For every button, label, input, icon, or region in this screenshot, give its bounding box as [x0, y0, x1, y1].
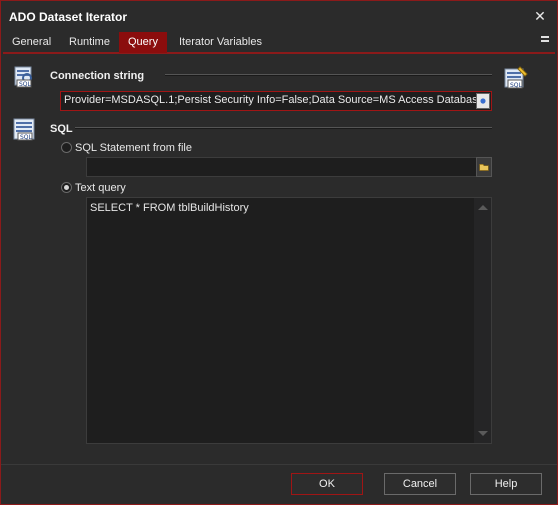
tab-menu-icon[interactable]	[541, 36, 551, 48]
svg-text:SQL: SQL	[20, 134, 33, 141]
sql-file-path-field[interactable]	[86, 157, 477, 177]
text-query-editor[interactable]: SELECT * FROM tblBuildHistory	[86, 197, 492, 444]
help-button[interactable]: Help	[470, 473, 542, 495]
tab-runtime[interactable]: Runtime	[60, 32, 119, 53]
scroll-down-icon[interactable]	[478, 431, 488, 436]
tab-iterator-variables[interactable]: Iterator Variables	[170, 32, 271, 53]
separator	[165, 74, 492, 76]
separator	[75, 127, 492, 129]
connection-string-label: Connection string	[50, 70, 145, 82]
vertical-scrollbar[interactable]	[474, 198, 491, 443]
svg-text:SQL: SQL	[510, 82, 523, 89]
text-query-label: Text query	[75, 182, 126, 194]
cancel-button[interactable]: Cancel	[384, 473, 456, 495]
sql-label: SQL	[50, 123, 73, 135]
close-icon[interactable]: ✕	[531, 7, 549, 25]
tab-general[interactable]: General	[3, 32, 60, 53]
svg-text:SQL: SQL	[19, 81, 32, 88]
tab-query[interactable]: Query	[119, 32, 167, 53]
sql-table-icon: SQL	[13, 118, 35, 141]
text-query-radio[interactable]	[61, 182, 72, 193]
query-text: SELECT * FROM tblBuildHistory	[90, 202, 249, 214]
connection-string-field[interactable]: Provider=MSDASQL.1;Persist Security Info…	[60, 91, 492, 111]
sql-connection-icon: SQL	[14, 66, 32, 88]
browse-icon[interactable]	[476, 93, 490, 109]
dialog-window: ADO Dataset Iterator ✕ General Runtime Q…	[0, 0, 558, 505]
tab-bar: General Runtime Query Iterator Variables	[3, 32, 555, 54]
dialog-footer: OK Cancel Help	[1, 464, 557, 504]
folder-icon[interactable]	[476, 157, 492, 177]
title-bar: ADO Dataset Iterator ✕	[1, 1, 557, 31]
window-title: ADO Dataset Iterator	[9, 10, 128, 24]
sql-from-file-label: SQL Statement from file	[75, 142, 192, 154]
scroll-up-icon[interactable]	[478, 205, 488, 210]
sql-from-file-radio[interactable]	[61, 142, 72, 153]
sql-edit-icon[interactable]: SQL	[503, 65, 529, 91]
ok-button[interactable]: OK	[291, 473, 363, 495]
query-panel: SQL Connection string SQL Provider=MSDAS…	[3, 55, 555, 463]
